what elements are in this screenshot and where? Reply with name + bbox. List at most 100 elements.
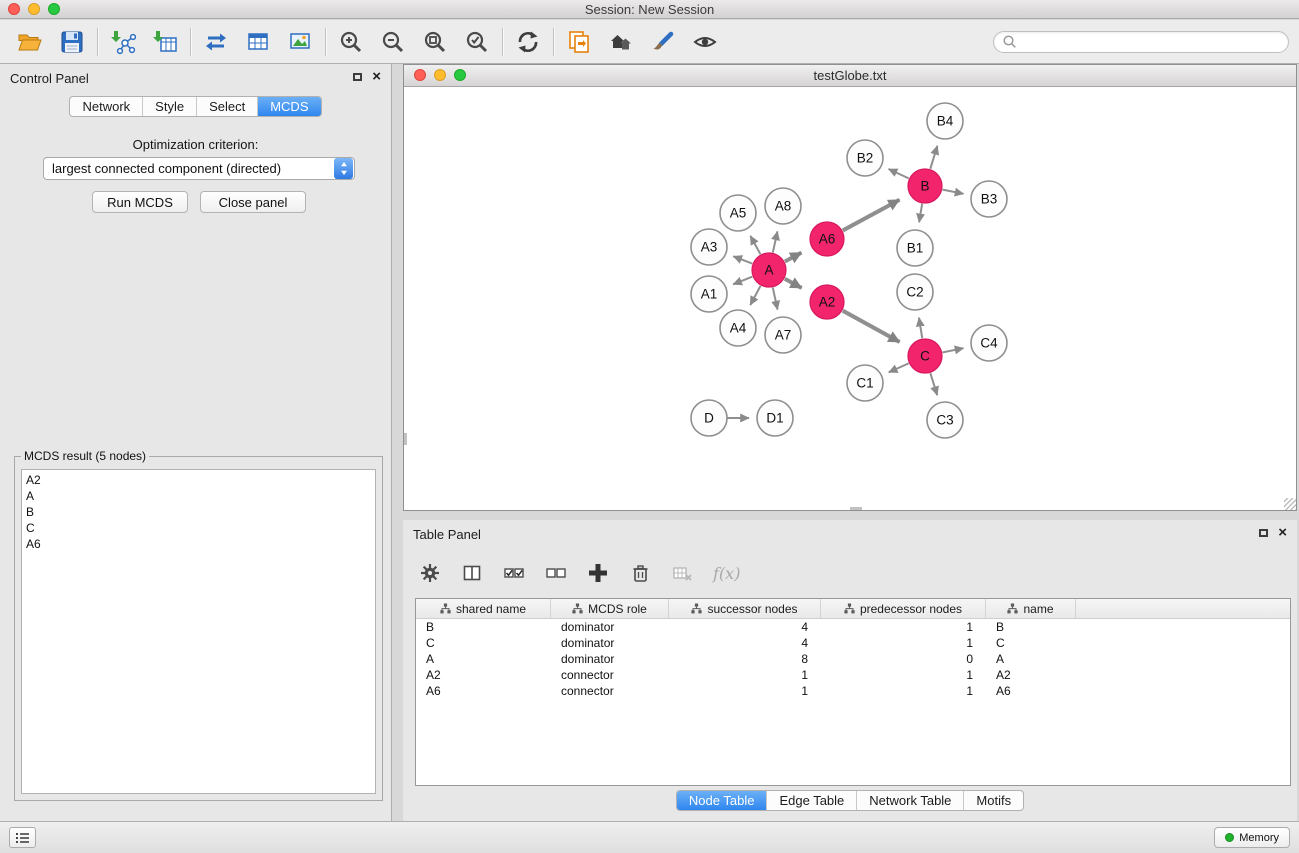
table-cell[interactable]: 4 — [669, 619, 821, 635]
mcds-result-item[interactable]: A6 — [22, 536, 375, 552]
graph-node-C[interactable]: C — [908, 339, 942, 373]
column-header-predecessor-nodes[interactable]: predecessor nodes — [821, 599, 986, 618]
run-mcds-button[interactable]: Run MCDS — [92, 191, 188, 213]
table-row[interactable]: Adominator80A — [416, 651, 1290, 667]
search-input[interactable] — [1021, 35, 1280, 49]
tab-select[interactable]: Select — [197, 97, 258, 116]
copy-view-button[interactable] — [563, 25, 595, 59]
graph-edge-C-C2[interactable] — [919, 318, 922, 339]
table-row[interactable]: Bdominator41B — [416, 619, 1290, 635]
graph-edge-B-B2[interactable] — [889, 169, 909, 178]
graph-node-B2[interactable]: B2 — [847, 140, 883, 176]
graph-node-A7[interactable]: A7 — [765, 317, 801, 353]
table-cell[interactable]: A2 — [986, 667, 1076, 683]
table-cell[interactable]: A6 — [416, 683, 551, 699]
table-cell[interactable]: 1 — [821, 619, 986, 635]
table-cell[interactable]: connector — [551, 683, 669, 699]
zoom-fit-button[interactable] — [419, 25, 451, 59]
column-header-successor-nodes[interactable]: successor nodes — [669, 599, 821, 618]
graph-node-B1[interactable]: B1 — [897, 230, 933, 266]
select-all-button[interactable] — [503, 563, 525, 583]
graph-edge-B-B3[interactable] — [943, 190, 964, 194]
graph-node-A5[interactable]: A5 — [720, 195, 756, 231]
close-window-button[interactable] — [8, 3, 20, 15]
mcds-result-item[interactable]: B — [22, 504, 375, 520]
tab-node-table[interactable]: Node Table — [677, 791, 768, 810]
table-cell[interactable]: 1 — [821, 635, 986, 651]
table-cell[interactable]: 1 — [821, 667, 986, 683]
mcds-result-item[interactable]: A2 — [22, 472, 375, 488]
table-cell[interactable]: 4 — [669, 635, 821, 651]
graph-node-B3[interactable]: B3 — [971, 181, 1007, 217]
close-panel-icon[interactable]: × — [1278, 527, 1287, 539]
graph-node-A6[interactable]: A6 — [810, 222, 844, 256]
table-cell[interactable]: A6 — [986, 683, 1076, 699]
graph-edge-C-C4[interactable] — [943, 348, 964, 352]
table-cell[interactable]: 1 — [821, 683, 986, 699]
graph-edge-C-C3[interactable] — [930, 373, 937, 395]
minimize-window-button[interactable] — [28, 3, 40, 15]
delete-table-button[interactable] — [671, 563, 693, 583]
optimization-criterion-select[interactable]: largest connected component (directed) — [43, 157, 355, 180]
memory-button[interactable]: Memory — [1214, 827, 1290, 848]
tab-network[interactable]: Network — [70, 97, 143, 116]
tab-motifs[interactable]: Motifs — [964, 791, 1023, 810]
graph-node-A3[interactable]: A3 — [691, 229, 727, 265]
float-panel-icon[interactable] — [1259, 529, 1268, 537]
graph-edge-B-B4[interactable] — [930, 146, 937, 169]
zoom-out-button[interactable] — [377, 25, 409, 59]
table-cell[interactable]: C — [416, 635, 551, 651]
graph-edge-C-C1[interactable] — [889, 363, 909, 372]
table-cell[interactable]: 1 — [669, 667, 821, 683]
minimize-window-button[interactable] — [434, 69, 446, 81]
graph-edge-A-A3[interactable] — [733, 256, 752, 263]
column-header-MCDS-role[interactable]: MCDS role — [551, 599, 669, 618]
graph-edge-A-A8[interactable] — [773, 231, 778, 252]
column-header-name[interactable]: name — [986, 599, 1076, 618]
graph-node-A[interactable]: A — [752, 253, 786, 287]
mcds-result-list[interactable]: A2ABCA6 — [21, 469, 376, 794]
resize-grip-icon[interactable] — [1284, 498, 1296, 510]
table-cell[interactable]: 0 — [821, 651, 986, 667]
graph-edge-A-A2[interactable] — [785, 279, 802, 288]
table-cell[interactable]: B — [416, 619, 551, 635]
export-table-button[interactable] — [242, 25, 274, 59]
add-column-button[interactable] — [587, 562, 609, 584]
table-cell[interactable]: C — [986, 635, 1076, 651]
table-settings-button[interactable] — [419, 563, 441, 583]
graph-node-B[interactable]: B — [908, 169, 942, 203]
table-cell[interactable]: dominator — [551, 651, 669, 667]
tab-edge-table[interactable]: Edge Table — [767, 791, 857, 810]
home-button[interactable] — [605, 25, 637, 59]
panel-list-button[interactable] — [9, 827, 36, 848]
graph-node-A2[interactable]: A2 — [810, 285, 844, 319]
zoom-window-button[interactable] — [48, 3, 60, 15]
table-cell[interactable]: A — [416, 651, 551, 667]
table-cell[interactable]: dominator — [551, 619, 669, 635]
table-row[interactable]: A6connector11A6 — [416, 683, 1290, 699]
graph-node-C4[interactable]: C4 — [971, 325, 1007, 361]
delete-column-button[interactable] — [629, 563, 651, 584]
import-table-button[interactable] — [149, 25, 181, 59]
close-window-button[interactable] — [414, 69, 426, 81]
graph-edge-B-B1[interactable] — [919, 204, 922, 223]
graph-node-D1[interactable]: D1 — [757, 400, 793, 436]
function-builder-button[interactable]: f(x) — [713, 564, 740, 583]
zoom-in-button[interactable] — [335, 25, 367, 59]
new-network-button[interactable] — [200, 25, 232, 59]
table-cell[interactable]: A — [986, 651, 1076, 667]
zoom-selected-button[interactable] — [461, 25, 493, 59]
mcds-result-item[interactable]: C — [22, 520, 375, 536]
close-panel-button[interactable]: Close panel — [200, 191, 306, 213]
graph-edge-A-A5[interactable] — [750, 236, 760, 254]
graph-edge-A6-B[interactable] — [843, 200, 900, 231]
split-panel-button[interactable] — [461, 563, 483, 583]
graph-node-A8[interactable]: A8 — [765, 188, 801, 224]
graph-node-A4[interactable]: A4 — [720, 310, 756, 346]
table-cell[interactable]: connector — [551, 667, 669, 683]
graph-node-C3[interactable]: C3 — [927, 402, 963, 438]
network-graph[interactable]: B4B2BB3A5A8A6B1A3AC2A1A2A4A7C1CC4C3DD1 — [404, 87, 1296, 510]
mcds-result-item[interactable]: A — [22, 488, 375, 504]
zoom-window-button[interactable] — [454, 69, 466, 81]
close-panel-icon[interactable]: × — [372, 71, 381, 83]
